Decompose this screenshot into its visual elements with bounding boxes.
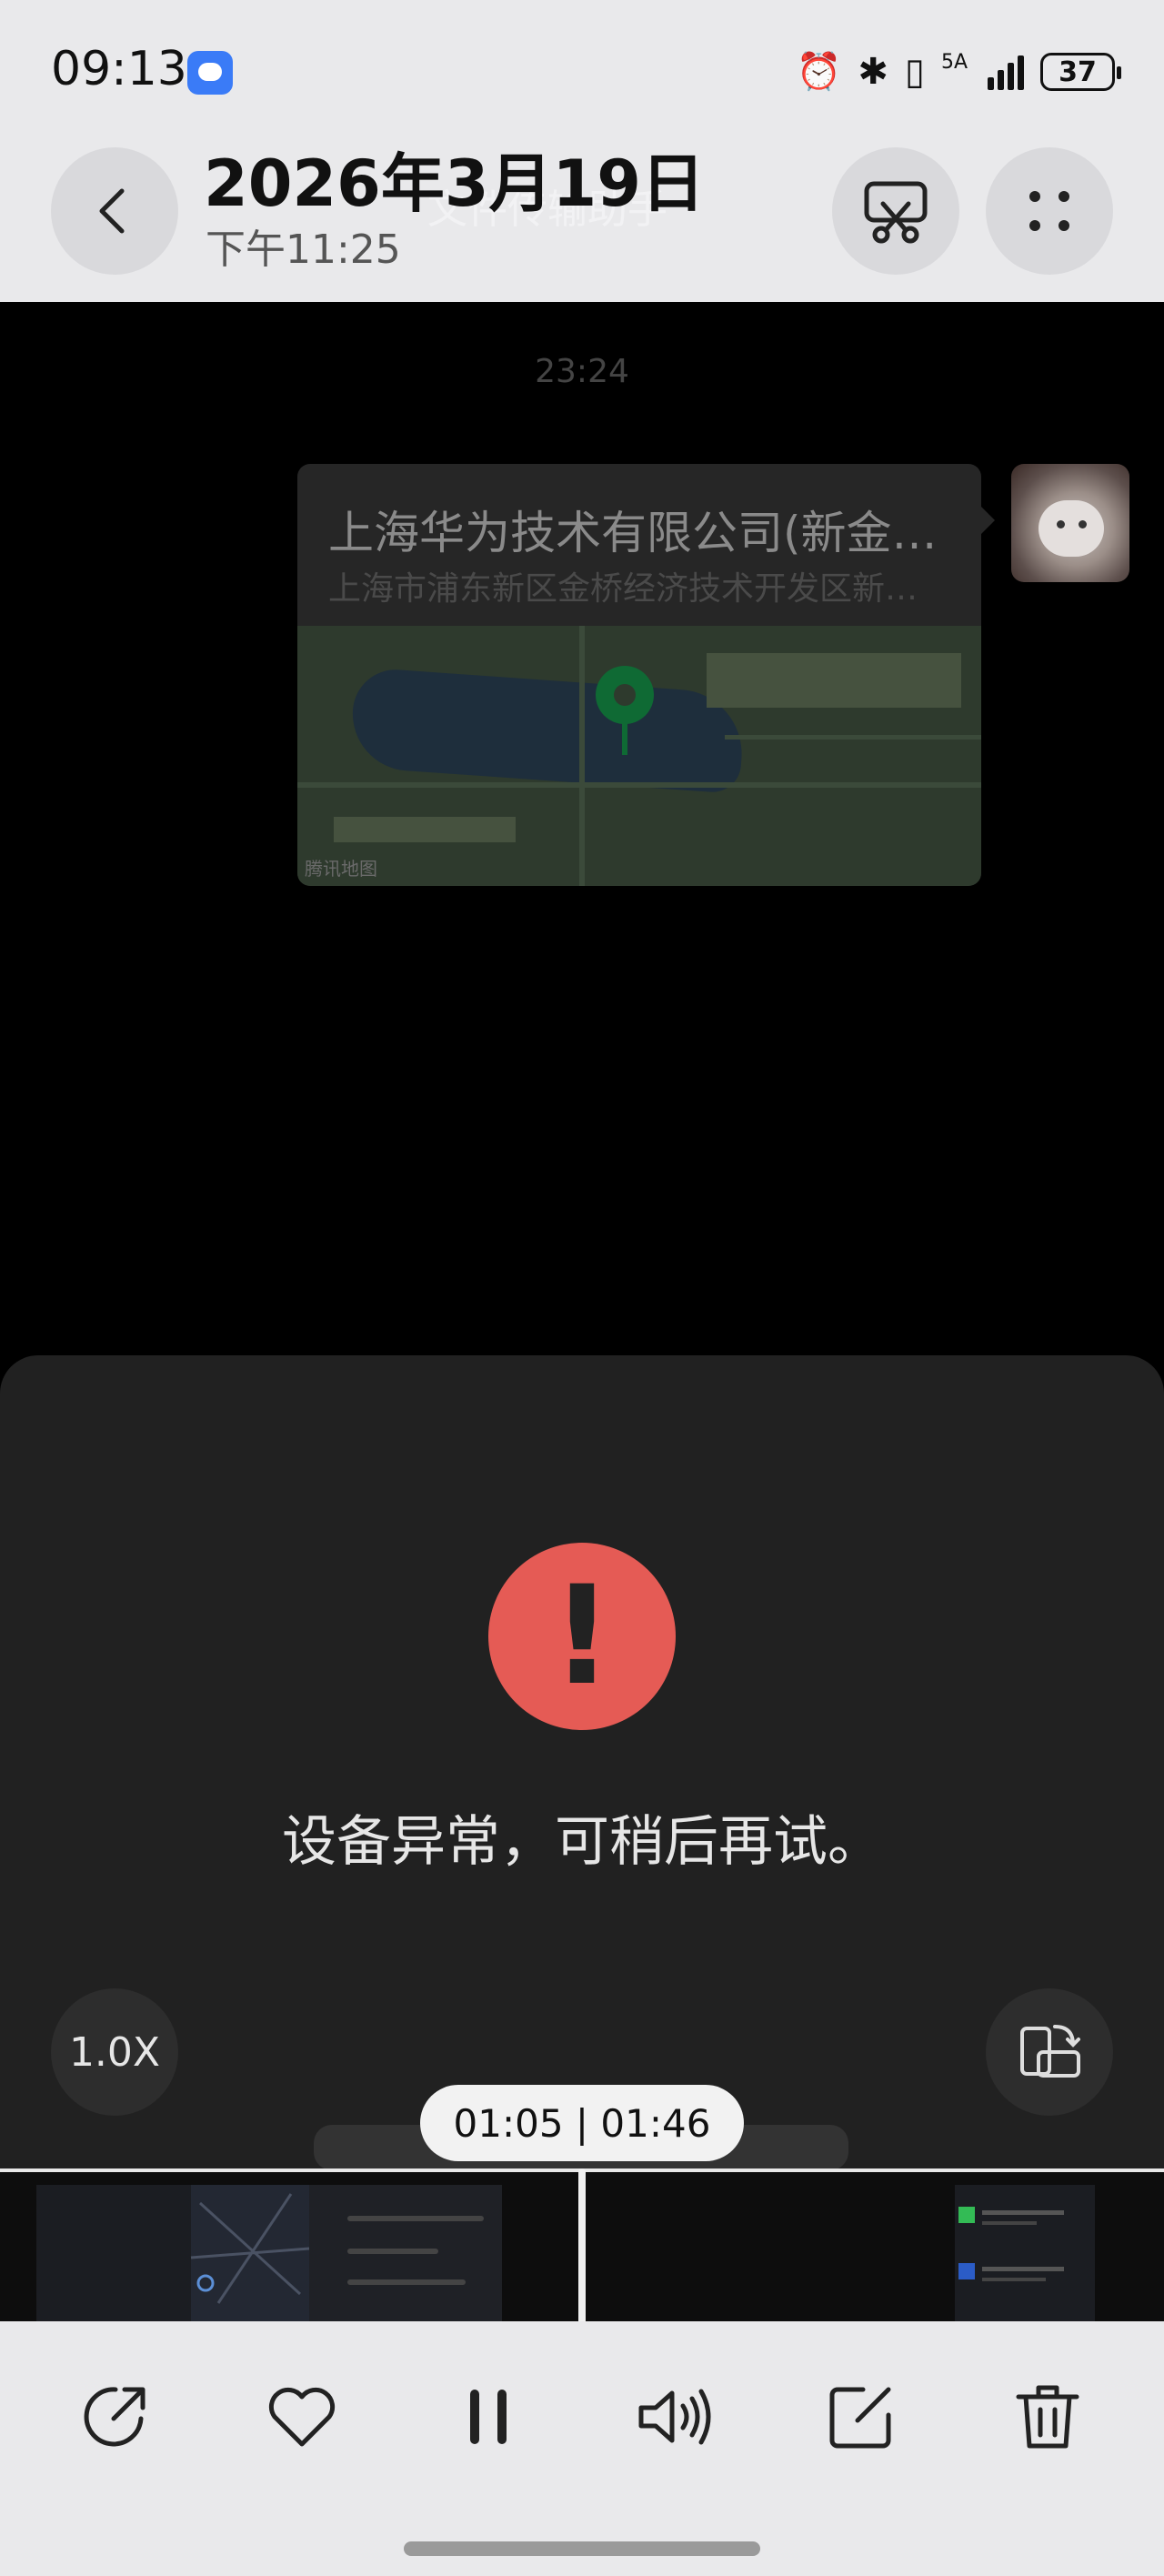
heart-icon [268, 2387, 336, 2447]
map-credit: 腾讯地图 [305, 858, 377, 880]
more-icon [1029, 191, 1069, 231]
playback-time: 01:05 | 01:46 [420, 2085, 744, 2161]
status-time: 09:13 [51, 42, 187, 96]
share-button[interactable] [65, 2367, 166, 2467]
page-title: 2026年3月19日 [204, 146, 705, 221]
status-icons: ⏰ ✱ ▯ 5A 37 [796, 47, 1121, 96]
location-name: 上海华为技术有限公司(新金… [328, 507, 938, 559]
more-button[interactable] [986, 147, 1113, 275]
edit-icon [829, 2387, 891, 2449]
back-icon [99, 188, 125, 234]
timeline-scrubber[interactable] [578, 2168, 586, 2325]
location-address: 上海市浦东新区金桥经济技术开发区新… [328, 570, 918, 608]
delete-button[interactable] [998, 2367, 1098, 2467]
scissors-icon [864, 181, 928, 244]
volume-icon [638, 2389, 711, 2445]
location-card[interactable]: 上海华为技术有限公司(新金… 上海市浦东新区金桥经济技术开发区新… 腾讯地图 [297, 464, 981, 886]
error-message: 设备异常，可稍后再试。 [282, 1810, 882, 1874]
rotate-button[interactable] [986, 1988, 1113, 2116]
pause-icon [470, 2390, 507, 2444]
bluetooth-icon: ✱ [858, 51, 888, 93]
trim-button[interactable] [832, 147, 959, 275]
page-subtitle: 下午11:25 [206, 226, 401, 273]
bottom-toolbar [0, 2321, 1164, 2576]
chat-timestamp: 23:24 [535, 353, 629, 390]
volume-button[interactable] [625, 2367, 725, 2467]
message-notification-icon [187, 51, 233, 95]
pause-button[interactable] [438, 2367, 538, 2467]
favorite-button[interactable] [252, 2367, 352, 2467]
battery-icon: 37 [1040, 53, 1121, 91]
bubble-tail [980, 506, 995, 535]
rotate-screen-icon [1020, 2025, 1080, 2078]
alert-icon: ! [488, 1543, 676, 1730]
share-icon [84, 2387, 146, 2447]
timeline-thumbnail [36, 2185, 502, 2321]
speed-button[interactable]: 1.0X [51, 1988, 178, 2116]
map-lake [348, 667, 747, 794]
trash-icon [1016, 2385, 1079, 2449]
chat-thumbnail-icon [958, 2207, 1064, 2281]
signal-icon [988, 54, 1024, 90]
timeline-thumbnail [955, 2185, 1095, 2321]
vibrate-icon: ▯ [904, 51, 925, 93]
map-pin-icon [596, 666, 654, 755]
home-indicator[interactable] [404, 2541, 760, 2556]
back-button[interactable] [51, 147, 178, 275]
network-type: 5A [940, 51, 968, 74]
edit-button[interactable] [811, 2367, 911, 2467]
alarm-icon: ⏰ [796, 51, 842, 93]
location-map: 腾讯地图 [297, 626, 981, 886]
avatar [1011, 464, 1129, 582]
